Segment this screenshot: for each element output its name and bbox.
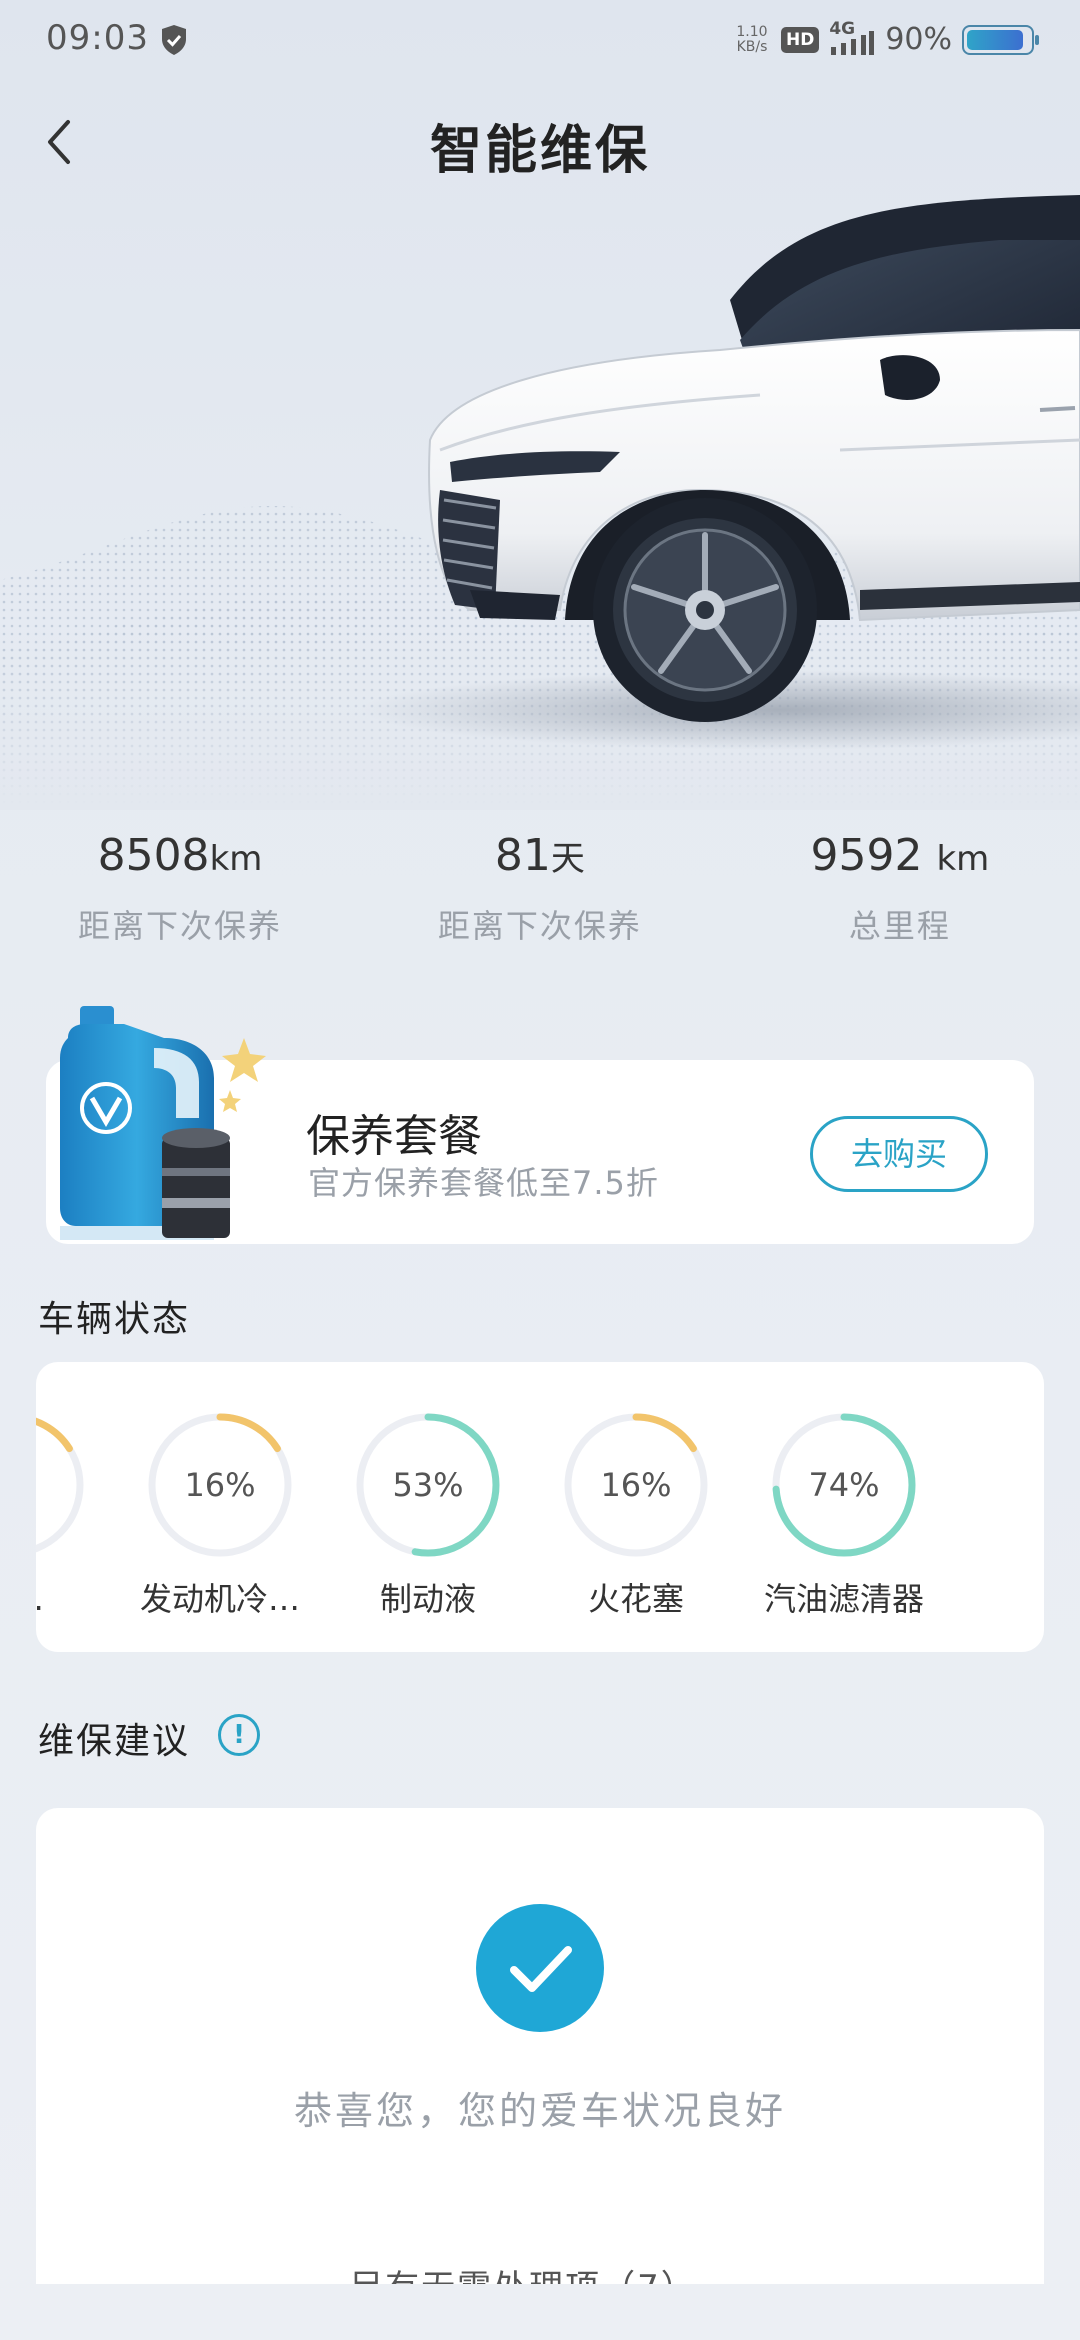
gauge-ring: 53% (353, 1410, 503, 1560)
status-gauge[interactable]: 16% 火花塞 (532, 1410, 740, 1620)
status-gauge[interactable]: 74% 汽油滤清器 (740, 1410, 948, 1620)
status-gauge[interactable]: 53% 制动液 (324, 1410, 532, 1620)
shield-icon (162, 25, 186, 55)
advice-message: 恭喜您，您的爱车状况良好 (293, 2089, 786, 2133)
page-title: 智能维保 (429, 121, 650, 181)
network-speed: 1.10 KB/s (733, 23, 771, 55)
battery-icon (962, 24, 1039, 55)
signal-icon: 4G (829, 19, 875, 57)
gauge-percent: % (36, 1410, 87, 1560)
stat-value: 81 (494, 830, 551, 881)
network-speed-value: 1.10 (736, 23, 768, 40)
stat-next-service-km: 8508km 距离下次保养 (0, 830, 360, 947)
oil-package-image (60, 1006, 266, 1240)
info-icon[interactable]: ! (218, 1714, 260, 1756)
gauge-label: 汽油滤清器 (763, 1580, 924, 1618)
battery-fill (967, 29, 1023, 50)
mileage-stats: 8508km 距离下次保养 81天 距离下次保养 9592 km 总里程 (0, 830, 1080, 947)
status-gauge[interactable]: % 清… (36, 1410, 116, 1620)
status-gauge[interactable]: 16% 发动机冷… (116, 1410, 324, 1620)
gauge-label: 制动液 (379, 1580, 476, 1618)
stat-label: 距离下次保养 (77, 907, 282, 945)
check-icon (476, 1904, 604, 2032)
gauge-percent: 53% (392, 1466, 464, 1504)
stat-label: 距离下次保养 (437, 907, 642, 945)
status-time: 09:03 (46, 18, 149, 58)
stat-unit: 天 (550, 839, 585, 879)
gauge-ring: 16% (561, 1410, 711, 1560)
package-subtitle: 官方保养套餐低至7.5折 (308, 1164, 659, 1202)
buy-button[interactable]: 去购买 (810, 1116, 988, 1192)
gauge-percent: 16% (600, 1466, 672, 1504)
gauge-list[interactable]: % 清… 16% 发动机冷… 53% 制动液 16% 火花塞 74% 汽油滤清器 (36, 1410, 948, 1620)
stat-value: 9592 (810, 830, 937, 881)
status-indicators: 1.10 KB/s HD 4G 90% (733, 19, 1039, 57)
hero-car-image (0, 190, 1080, 810)
gauge-ring: 16% (145, 1410, 295, 1560)
expand-label: 另有无需处理项（7） (349, 2268, 697, 2284)
stat-total-mileage: 9592 km 总里程 (720, 830, 1080, 947)
gauge-ring: % (36, 1410, 87, 1560)
gauge-ring: 74% (769, 1410, 919, 1560)
status-bar: 09:03 1.10 KB/s HD 4G 90% (0, 0, 1080, 80)
vehicle-status-title: 车辆状态 (38, 1299, 191, 1340)
network-speed-unit: KB/s (736, 38, 768, 55)
stat-unit: km (209, 839, 263, 879)
maintenance-advice-title: 维保建议 (38, 1721, 191, 1762)
expand-other-items[interactable]: 另有无需处理项（7） (36, 2260, 1044, 2284)
stat-value: 8508 (97, 830, 210, 881)
gauge-percent: 16% (184, 1466, 256, 1504)
hd-badge: HD (780, 26, 820, 53)
gauge-label: 火花塞 (587, 1580, 684, 1618)
stat-unit: km (936, 839, 990, 879)
maintenance-advice-card: 恭喜您，您的爱车状况良好 另有无需处理项（7） (36, 1808, 1044, 2284)
stat-next-service-days: 81天 距离下次保养 (360, 830, 720, 947)
stat-label: 总里程 (848, 907, 951, 945)
chevron-down-icon (706, 2283, 731, 2284)
gauge-percent: 74% (808, 1466, 880, 1504)
gauge-label: 发动机冷… (139, 1580, 300, 1618)
battery-percent: 90% (885, 22, 952, 57)
package-title: 保养套餐 (306, 1111, 482, 1162)
vehicle-status-card: % 清… 16% 发动机冷… 53% 制动液 16% 火花塞 74% 汽油滤清器 (36, 1362, 1044, 1652)
gauge-label: 清… (36, 1574, 116, 1620)
car-illustration (360, 195, 1080, 750)
